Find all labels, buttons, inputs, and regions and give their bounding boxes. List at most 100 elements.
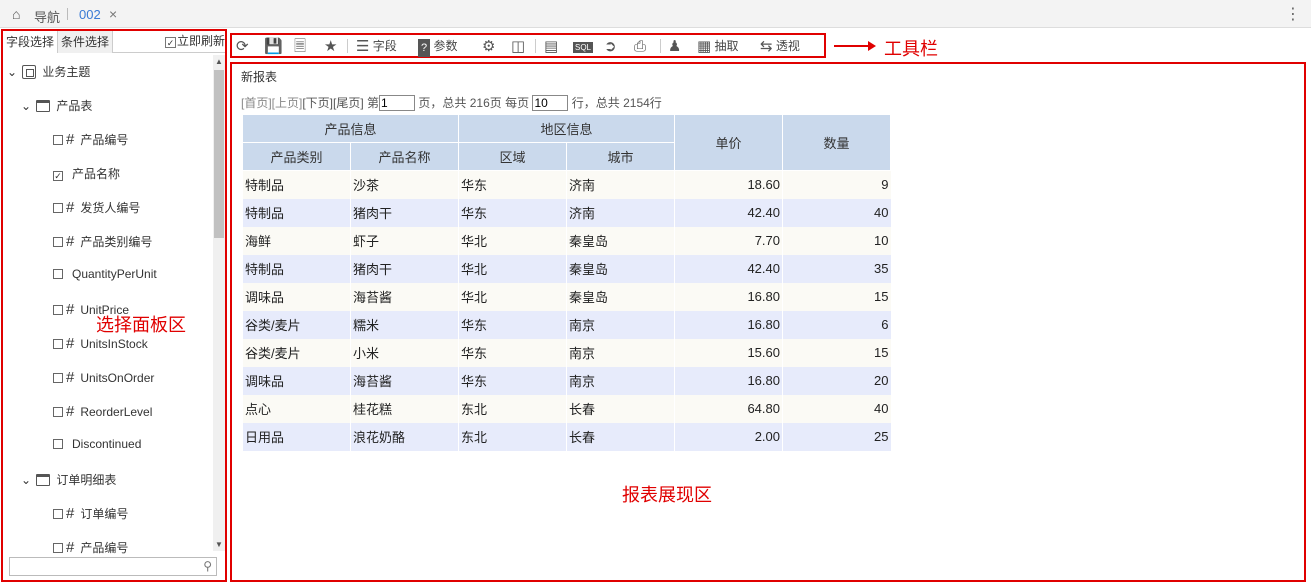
pivot-button[interactable]: ⇆ 透视 <box>760 37 800 55</box>
tree-field-item[interactable]: # UnitsOnOrder <box>53 369 154 386</box>
extract-button[interactable]: ▦ 抽取 <box>697 37 739 55</box>
tree-field-item[interactable]: # 产品编号 <box>53 539 128 556</box>
field-checkbox[interactable]: ✓ <box>53 171 63 181</box>
table-layout-icon[interactable]: ▤ <box>544 37 558 55</box>
search-icon[interactable]: ⚲ <box>203 559 212 573</box>
scroll-down-icon[interactable]: ▼ <box>215 540 223 549</box>
tree-field-item[interactable]: Discontinued <box>53 437 141 451</box>
field-checkbox[interactable] <box>53 237 63 247</box>
toolbar-separator <box>660 39 661 53</box>
tree-field-item[interactable]: # 订单编号 <box>53 505 128 522</box>
table-cell: 特制品 <box>242 254 351 283</box>
print-icon[interactable]: ⎙ <box>634 37 646 55</box>
column-header-category[interactable]: 产品类别 <box>242 142 351 171</box>
annotation-report-area: 报表展现区 <box>622 485 712 505</box>
refresh-checkbox[interactable]: ✓ <box>164 37 176 48</box>
param-button[interactable]: ? 参数 <box>418 37 457 57</box>
column-header-price[interactable]: 单价 <box>674 114 783 171</box>
sql-icon[interactable]: SQL <box>573 37 594 55</box>
group-header-region: 地区信息 <box>458 114 675 143</box>
expand-chevron-icon[interactable]: ⌄ <box>21 99 33 113</box>
tree-field-item[interactable]: # ReorderLevel <box>53 403 152 420</box>
pager-prev-link[interactable]: [上页] <box>272 96 303 110</box>
table-cell: 42.40 <box>674 254 783 283</box>
field-checkbox[interactable] <box>53 305 63 315</box>
column-header-product-name[interactable]: 产品名称 <box>350 142 459 171</box>
scroll-up-icon[interactable]: ▲ <box>215 57 223 66</box>
pager-first-link[interactable]: [首页] <box>241 96 272 110</box>
table-cell: 华东 <box>458 338 567 367</box>
field-label: 订单编号 <box>80 507 129 521</box>
expand-chevron-icon[interactable]: ⌄ <box>21 473 33 487</box>
tree-field-item[interactable]: QuantityPerUnit <box>53 267 157 281</box>
tree-field-item[interactable]: # 产品类别编号 <box>53 233 152 250</box>
table-row[interactable]: 特制品 猪肉干 华东 济南 42.40 40 <box>242 198 891 227</box>
table-cell: 南京 <box>566 366 675 395</box>
settings-icon[interactable]: ⚙ <box>482 37 495 55</box>
field-checkbox[interactable] <box>53 339 63 349</box>
field-checkbox[interactable] <box>53 203 63 213</box>
tree-field-item[interactable]: # UnitsInStock <box>53 335 148 352</box>
table-cell: 猪肉干 <box>350 198 459 227</box>
report-title: 新报表 <box>241 70 278 84</box>
expand-chevron-icon[interactable]: ⌄ <box>7 65 19 79</box>
scroll-thumb[interactable] <box>214 70 224 238</box>
table-cell: 海苔酱 <box>350 282 459 311</box>
field-checkbox[interactable] <box>53 373 63 383</box>
tree-field-item[interactable]: # 产品编号 <box>53 131 128 148</box>
page-number-input[interactable] <box>379 95 416 111</box>
field-label: 产品名称 <box>72 167 121 181</box>
table-cell: 桂花糕 <box>350 394 459 423</box>
table-row[interactable]: 调味品 海苔酱 华北 秦皇岛 16.80 15 <box>242 282 891 311</box>
column-header-qty[interactable]: 数量 <box>782 114 891 171</box>
refresh-toggle[interactable]: ✓ 立即刷新 <box>164 32 225 49</box>
field-checkbox[interactable] <box>53 269 63 279</box>
table-row[interactable]: 海鲜 虾子 华北 秦皇岛 7.70 10 <box>242 226 891 255</box>
user-icon[interactable]: ♟ <box>668 37 681 55</box>
table-cell: 9 <box>782 170 891 199</box>
nav-bar: ⌂ 导航 002 × ⋮ <box>0 0 1311 28</box>
table-row[interactable]: 特制品 猪肉干 华北 秦皇岛 42.40 35 <box>242 254 891 283</box>
table-row[interactable]: 调味品 海苔酱 华东 南京 16.80 20 <box>242 366 891 395</box>
tree-node-table[interactable]: ⌄ 产品表 <box>21 97 92 114</box>
favorite-icon[interactable]: ★ <box>324 37 337 55</box>
tree-node-table[interactable]: ⌄ 订单明细表 <box>21 471 116 488</box>
field-button[interactable]: ☰ 字段 <box>356 37 397 55</box>
tree-scrollbar[interactable]: ▲ ▼ <box>213 55 225 551</box>
export-icon[interactable]: ➲ <box>604 37 617 55</box>
home-icon[interactable]: ⌂ <box>12 6 20 22</box>
table-cell: 20 <box>782 366 891 395</box>
nav-label[interactable]: 导航 <box>34 7 60 26</box>
table-row[interactable]: 谷类/麦片 小米 华东 南京 15.60 15 <box>242 338 891 367</box>
field-checkbox[interactable] <box>53 543 63 553</box>
field-checkbox[interactable] <box>53 439 63 449</box>
field-checkbox[interactable] <box>53 135 63 145</box>
more-menu-icon[interactable]: ⋮ <box>1285 4 1301 24</box>
pager-last-link[interactable]: [尾页] <box>333 96 364 110</box>
column-header-city[interactable]: 城市 <box>566 142 675 171</box>
tab-002[interactable]: 002 <box>79 7 101 22</box>
close-tab-icon[interactable]: × <box>109 6 117 22</box>
table-row[interactable]: 点心 桂花糕 东北 长春 64.80 40 <box>242 394 891 423</box>
table-row[interactable]: 谷类/麦片 糯米 华东 南京 16.80 6 <box>242 310 891 339</box>
tab-field-select[interactable]: 字段选择 <box>3 31 59 53</box>
save-as-icon[interactable]: 🗏 <box>294 37 306 55</box>
tab-condition-select[interactable]: 条件选择 <box>58 31 114 53</box>
field-checkbox[interactable] <box>53 509 63 519</box>
chart-icon[interactable]: ◫ <box>511 37 525 55</box>
tree-field-item[interactable]: ✓ 产品名称 <box>53 165 120 182</box>
tree-node-root[interactable]: ⌄ 业务主题 <box>7 63 90 80</box>
pager-rows-suffix: 行，总共 2154行 <box>571 96 662 110</box>
field-checkbox[interactable] <box>53 407 63 417</box>
table-row[interactable]: 日用品 浪花奶酪 东北 长春 2.00 25 <box>242 422 891 451</box>
save-icon[interactable]: 💾 <box>264 37 283 55</box>
pivot-label: 透视 <box>775 39 800 53</box>
per-page-input[interactable] <box>532 95 569 111</box>
refresh-icon[interactable]: ⟳ <box>236 37 249 55</box>
table-row[interactable]: 特制品 沙茶 华东 济南 18.60 9 <box>242 170 891 199</box>
tree-field-item[interactable]: # 发货人编号 <box>53 199 140 216</box>
pager-next-link[interactable]: [下页] <box>302 96 333 110</box>
field-search-input[interactable]: ⚲ <box>9 557 217 576</box>
column-header-area[interactable]: 区域 <box>458 142 567 171</box>
annotation-select-panel: 选择面板区 <box>96 315 186 335</box>
